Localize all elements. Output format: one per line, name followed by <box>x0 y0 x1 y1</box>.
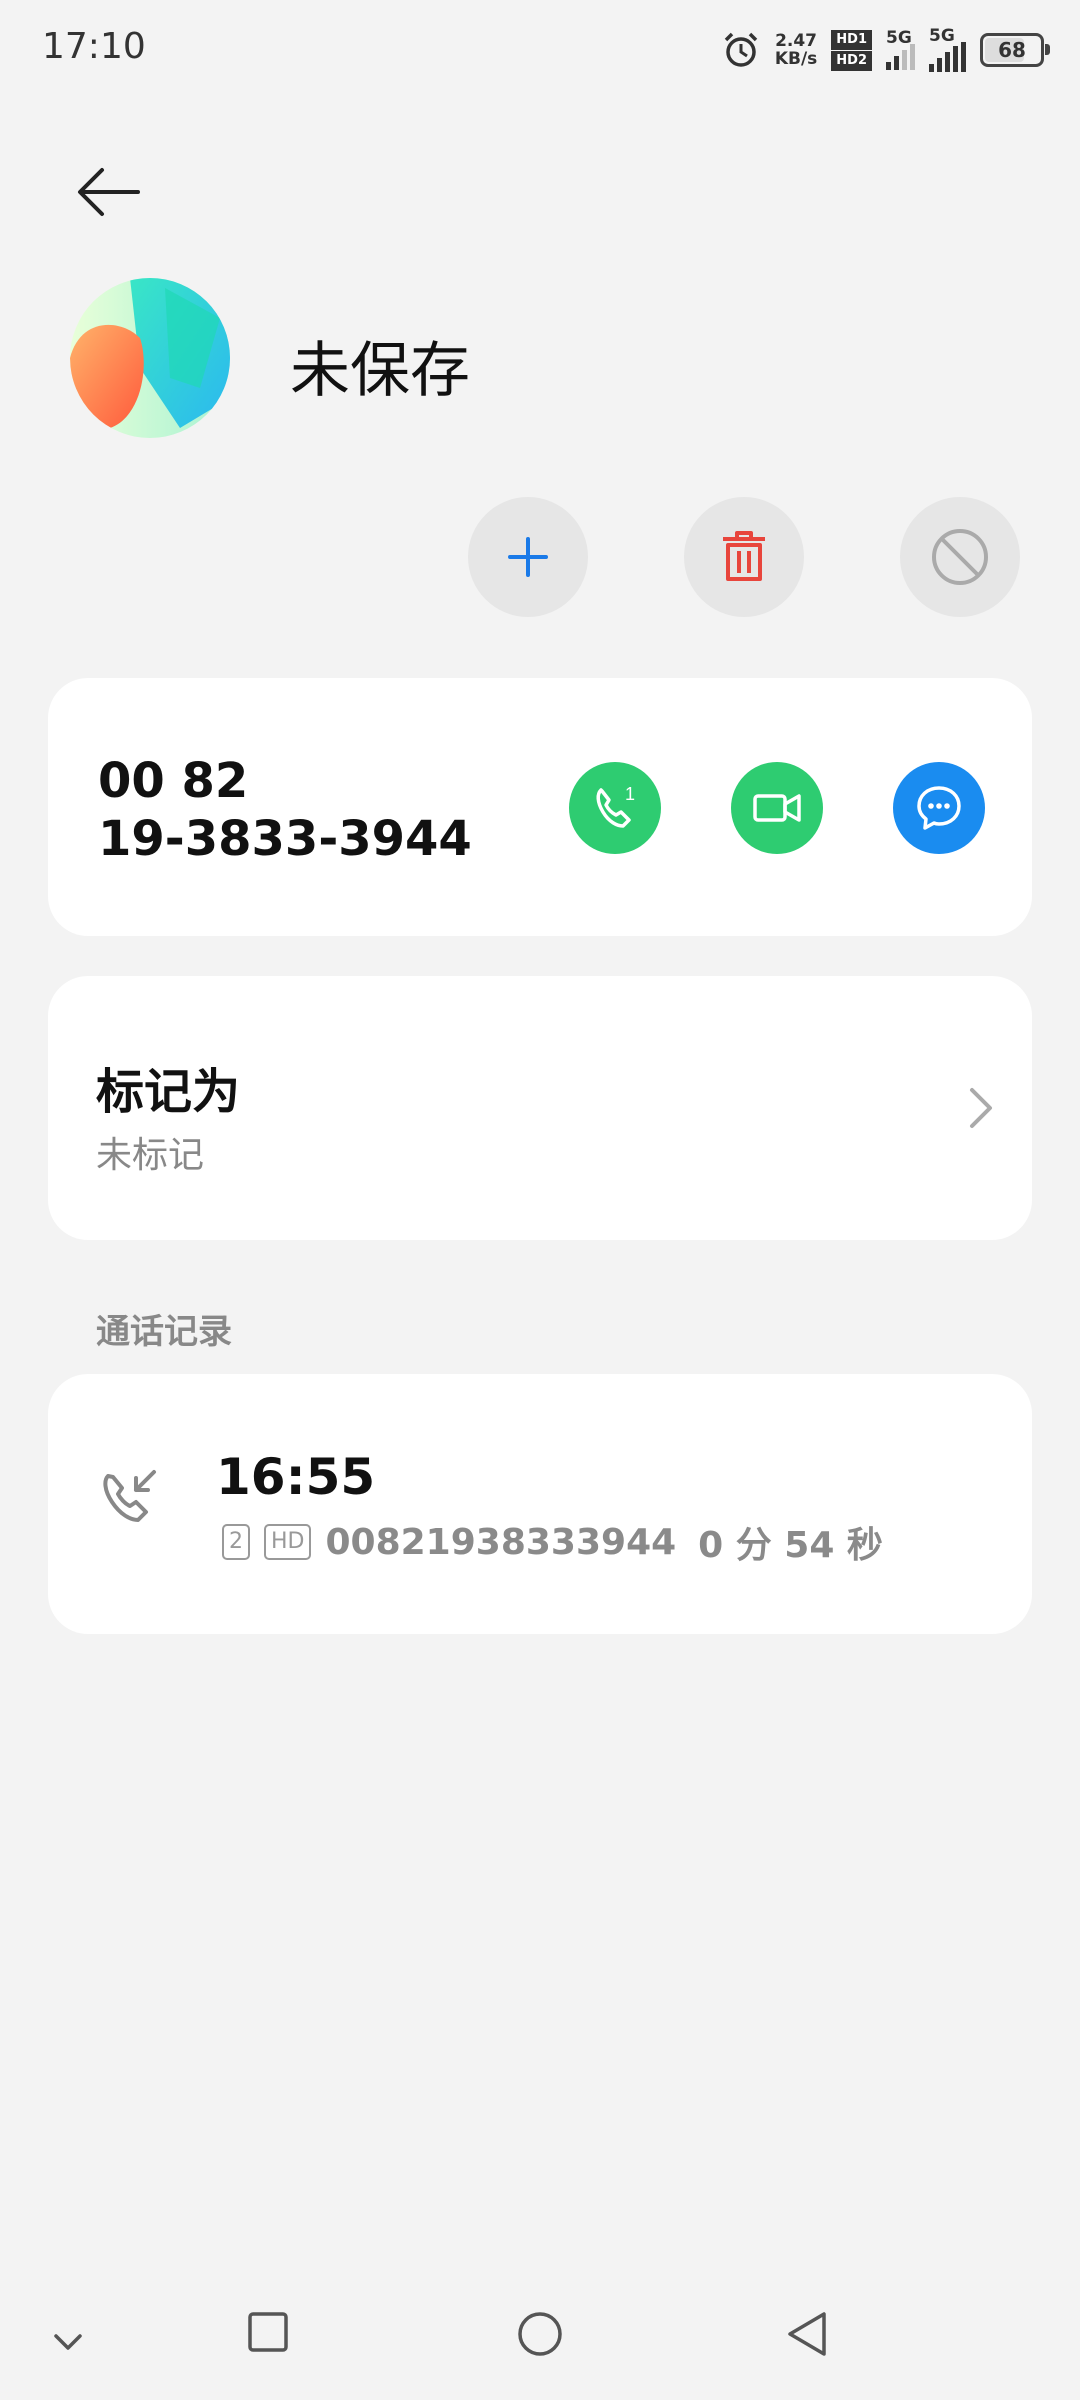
add-contact-button[interactable] <box>468 497 588 617</box>
message-button[interactable] <box>893 762 985 854</box>
hd-icon: HD1 HD2 <box>831 29 872 71</box>
sim2-network: 5G <box>929 26 955 46</box>
battery-level: 68 <box>998 38 1026 62</box>
alarm-icon <box>724 32 758 67</box>
call-log-entry[interactable] <box>48 1374 1032 1634</box>
signal-icon-sim2: 5G <box>929 26 966 72</box>
signal-icon-sim1: 5G <box>886 28 915 70</box>
call-log-detail: 2 HD 00821938333944 0 分 54 秒 <box>222 1516 883 1568</box>
block-icon <box>932 529 988 585</box>
video-call-button[interactable] <box>731 762 823 854</box>
call-log-duration: 0 分 54 秒 <box>698 1525 883 1566</box>
plus-icon <box>508 537 548 577</box>
delete-button[interactable] <box>684 497 804 617</box>
speed-value: 2.47 <box>775 31 818 51</box>
phone-number: 00 82 19-3833-3944 <box>98 752 472 868</box>
video-call-icon <box>753 794 801 822</box>
default-avatar-icon <box>70 278 230 438</box>
home-circle-icon[interactable] <box>516 2310 564 2362</box>
call-log-number: 00821938333944 <box>325 1521 677 1563</box>
phone-sim1-icon: 1 <box>596 784 635 828</box>
hd2-label: HD2 <box>831 50 872 71</box>
svg-text:1: 1 <box>625 784 635 804</box>
network-speed: 2.47 KB/s <box>775 32 817 68</box>
mark-title: 标记为 <box>96 1064 241 1120</box>
hd1-label: HD1 <box>831 29 872 50</box>
sim1-network: 5G <box>886 28 912 48</box>
message-icon <box>917 786 961 830</box>
incoming-call-icon <box>96 1466 166 1540</box>
contact-avatar <box>70 278 230 438</box>
status-icons: 2.47 KB/s HD1 HD2 5G 5G 68 <box>721 24 1050 76</box>
mark-status: 未标记 <box>96 1135 205 1176</box>
back-triangle-icon[interactable] <box>784 2310 832 2362</box>
recents-square-icon[interactable] <box>246 2310 290 2358</box>
hd-badge: HD <box>264 1524 312 1560</box>
phone-number-line1: 00 82 <box>98 753 249 809</box>
call-log-time: 16:55 <box>216 1448 376 1506</box>
battery-icon: 68 <box>980 33 1050 67</box>
status-time: 17:10 <box>42 26 146 67</box>
call-button[interactable]: 1 <box>569 762 661 854</box>
phone-number-line2: 19-3833-3944 <box>98 811 472 867</box>
call-log-title: 通话记录 <box>96 1312 232 1352</box>
back-button[interactable] <box>72 156 144 228</box>
collapse-chevron-icon[interactable] <box>48 2322 88 2366</box>
contact-name: 未保存 <box>290 336 470 406</box>
chevron-right-icon <box>960 1086 1000 1130</box>
trash-icon <box>723 531 765 581</box>
speed-unit: KB/s <box>774 49 818 69</box>
sim-badge: 2 <box>222 1524 250 1560</box>
block-button[interactable] <box>900 497 1020 617</box>
back-arrow-icon <box>78 168 140 216</box>
